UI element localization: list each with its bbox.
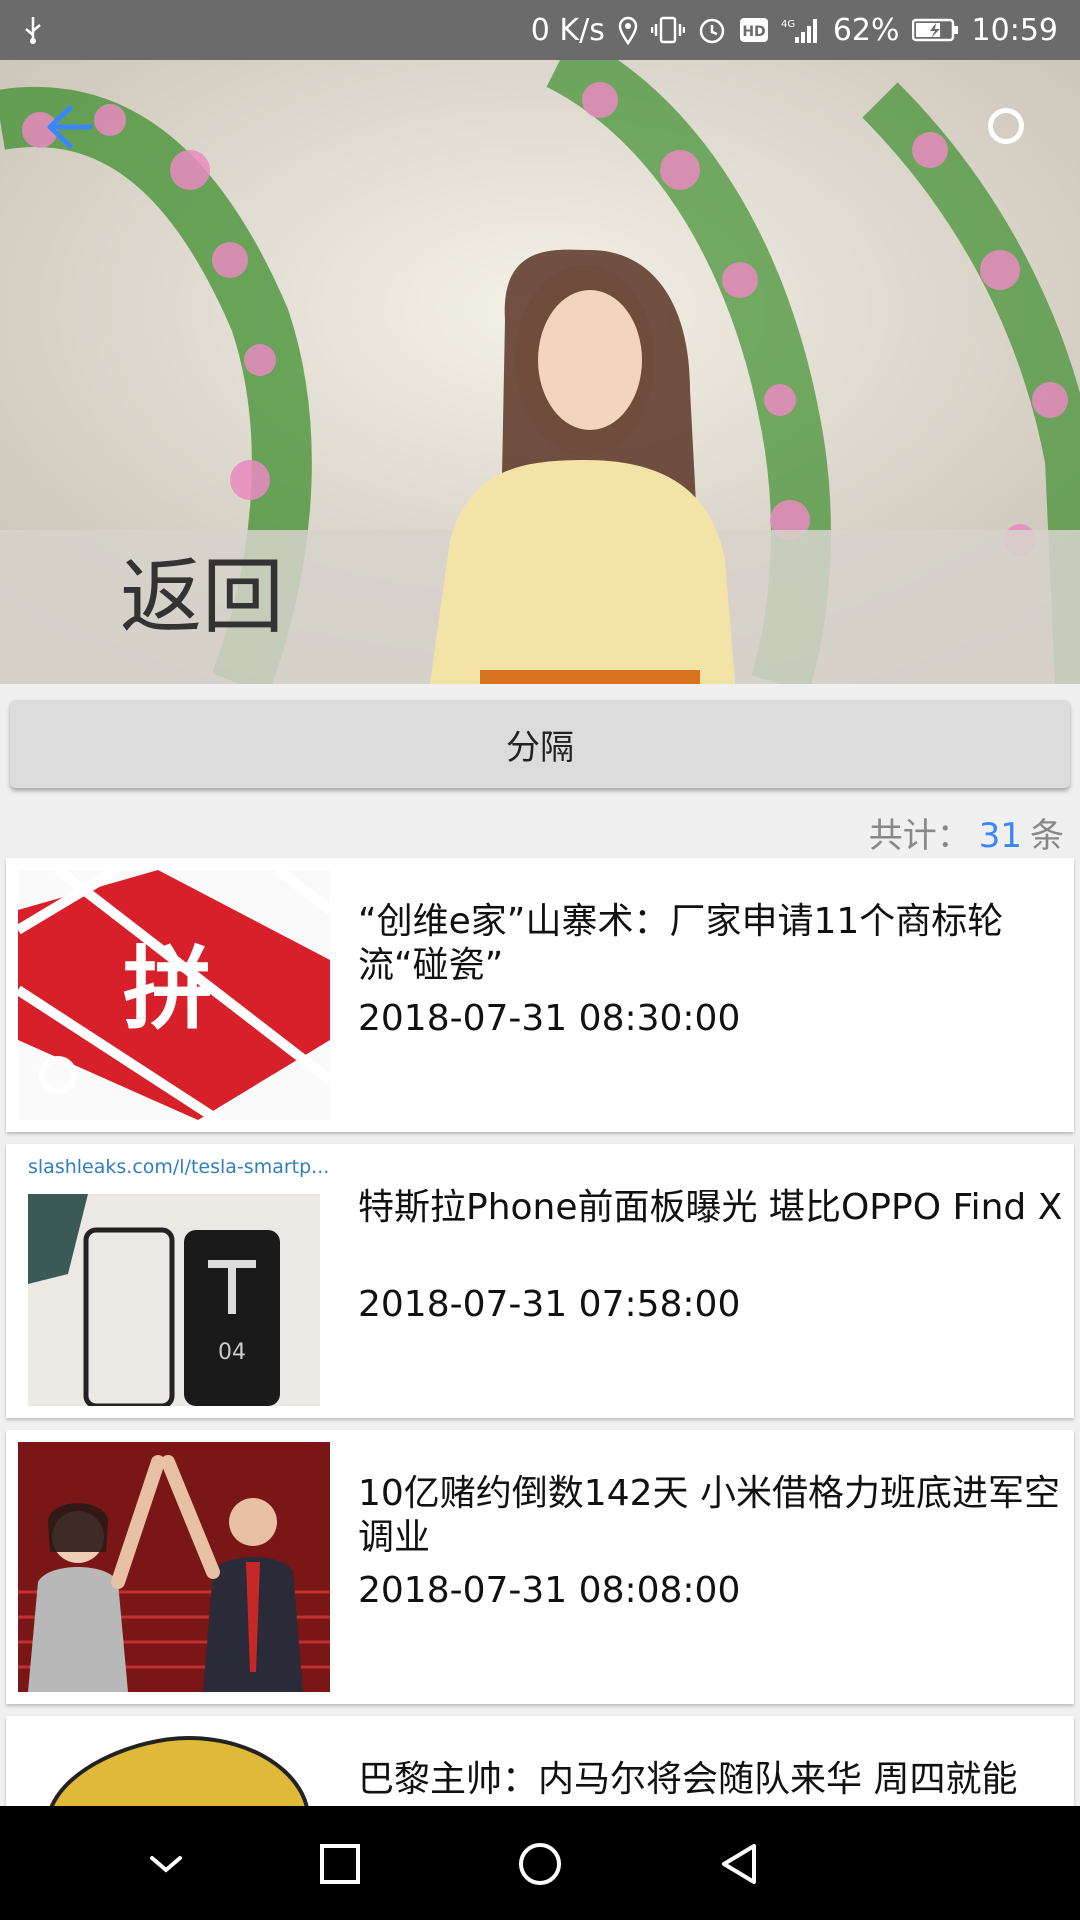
news-thumbnail: 拼 bbox=[18, 870, 330, 1120]
svg-text:04: 04 bbox=[218, 1340, 246, 1365]
news-title: 10亿赌约倒数142天 小米借格力班底进军空调业 bbox=[358, 1473, 1060, 1558]
back-icon[interactable] bbox=[712, 1836, 768, 1892]
search-icon[interactable] bbox=[988, 108, 1024, 144]
image-source-url: slashleaks.com/l/tesla-smartp... bbox=[28, 1156, 330, 1178]
news-title: “创维e家”山寨术：厂家申请11个商标轮流“碰瓷” bbox=[358, 901, 1004, 986]
home-icon[interactable] bbox=[512, 1836, 568, 1892]
list-item[interactable]: 拼 “创维e家”山寨术：厂家申请11个商标轮流“碰瓷” 2018-07-31 0… bbox=[6, 858, 1074, 1132]
status-bar: 0 K/s HD 4G 62% 10:59 bbox=[0, 0, 1080, 60]
list-item[interactable]: 10亿赌约倒数142天 小米借格力班底进军空调业 2018-07-31 08:0… bbox=[6, 1430, 1074, 1704]
news-thumbnail: 04 bbox=[28, 1194, 320, 1406]
news-date: 2018-07-31 08:08:00 bbox=[358, 1570, 741, 1611]
chevron-down-icon[interactable] bbox=[138, 1836, 194, 1892]
hd-icon: HD bbox=[739, 17, 769, 43]
total-count: 共计： 31 条 bbox=[869, 808, 1064, 857]
news-title: 特斯拉Phone前面板曝光 堪比OPPO Find X bbox=[358, 1187, 1063, 1228]
count-prefix: 共计： bbox=[868, 816, 971, 856]
news-date: 2018-07-31 07:58:00 bbox=[358, 1284, 741, 1325]
count-suffix: 条 bbox=[1030, 816, 1064, 856]
svg-text:4G: 4G bbox=[781, 19, 795, 30]
count-value: 31 bbox=[978, 816, 1022, 856]
vibrate-icon bbox=[650, 15, 685, 45]
back-label[interactable]: 返回 bbox=[120, 530, 284, 649]
usb-icon bbox=[22, 15, 44, 45]
news-thumbnail bbox=[18, 1442, 330, 1692]
news-title: 巴黎主帅：内马尔将会随队来华 周四就能 bbox=[358, 1759, 1018, 1800]
list-item[interactable]: slashleaks.com/l/tesla-smartp... 04 特斯拉P… bbox=[6, 1144, 1074, 1418]
clock: 10:59 bbox=[971, 12, 1058, 48]
signal-4g-icon: 4G bbox=[781, 15, 821, 45]
hero-banner: 返回 bbox=[0, 60, 1080, 684]
battery-charging-icon bbox=[911, 17, 960, 43]
arrow-left-icon[interactable] bbox=[44, 104, 94, 150]
divider-button[interactable]: 分隔 bbox=[10, 700, 1070, 788]
news-date: 2018-07-31 08:30:00 bbox=[358, 998, 741, 1039]
svg-text:HD: HD bbox=[742, 24, 765, 40]
recents-icon[interactable] bbox=[312, 1836, 368, 1892]
system-nav-bar bbox=[0, 1806, 1080, 1920]
alarm-icon bbox=[697, 15, 727, 45]
location-icon bbox=[617, 15, 639, 45]
svg-text:拼: 拼 bbox=[123, 937, 213, 1042]
net-speed: 0 K/s bbox=[530, 12, 605, 48]
battery-percent: 62% bbox=[832, 12, 900, 48]
